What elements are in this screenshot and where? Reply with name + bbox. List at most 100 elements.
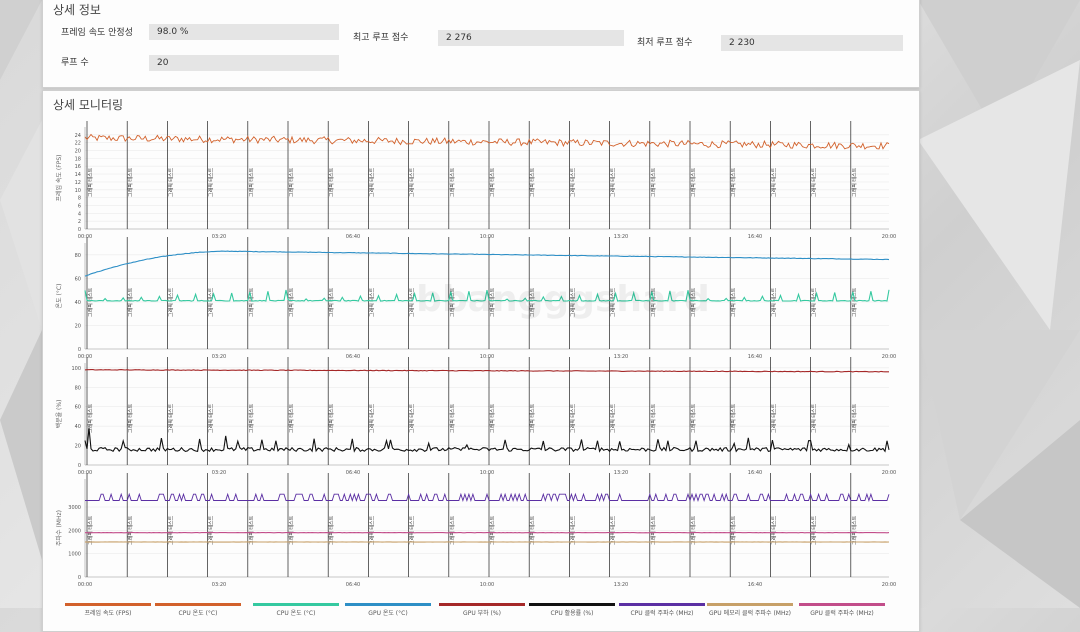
x-tick-label: 10:00 xyxy=(480,234,494,240)
legend-item[interactable]: CPU 온도 (°C) xyxy=(253,603,339,617)
frame-stability-value: 98.0 % xyxy=(149,24,339,40)
x-tick-label: 06:40 xyxy=(346,354,360,360)
x-tick-label: 20:00 xyxy=(882,354,896,360)
x-tick-label: 10:00 xyxy=(480,354,494,360)
loop-marker-label: 그래픽 테스트 xyxy=(529,515,536,545)
y-tick-label: 18 xyxy=(75,156,81,162)
legend-swatch xyxy=(65,603,151,606)
loop-marker-label: 그래픽 테스트 xyxy=(208,515,215,545)
loop-marker-label: 그래픽 테스트 xyxy=(851,287,858,317)
legend-item[interactable]: GPU 온도 (°C) xyxy=(345,603,431,617)
loop-marker-label: 그래픽 테스트 xyxy=(851,403,858,433)
chart-4: 0100020003000주파수 (MHz)그래픽 테스트그래픽 테스트그래픽 … xyxy=(55,473,896,588)
loop-marker-label: 그래픽 테스트 xyxy=(248,167,255,197)
legend-label: 프레임 속도 (FPS) xyxy=(65,608,151,617)
loop-marker-label: 그래픽 테스트 xyxy=(529,403,536,433)
loop-marker-label: 그래픽 테스트 xyxy=(368,403,375,433)
legend-swatch xyxy=(529,603,615,606)
y-tick-label: 16 xyxy=(75,164,81,170)
x-tick-label: 06:40 xyxy=(346,234,360,240)
x-tick-label: 13:20 xyxy=(614,582,628,588)
loop-marker-label: 그래픽 테스트 xyxy=(288,515,295,545)
x-tick-label: 20:00 xyxy=(882,582,896,588)
legend-label: CPU 활용률 (%) xyxy=(529,608,615,617)
loop-marker-label: 그래픽 테스트 xyxy=(248,403,255,433)
loop-marker-label: 그래픽 테스트 xyxy=(409,167,416,197)
detail-info-panel: 상세 정보 프레임 속도 안정성 98.0 % 루프 수 20 최고 루프 점수… xyxy=(42,0,920,88)
x-tick-label: 03:20 xyxy=(212,470,226,476)
y-tick-label: 3000 xyxy=(68,505,81,511)
monitoring-charts: 024681012141618202224프레임 속도 (FPS)그래픽 테스트… xyxy=(43,91,919,601)
y-tick-label: 40 xyxy=(75,424,81,430)
y-tick-label: 40 xyxy=(75,300,81,306)
y-tick-label: 14 xyxy=(75,172,81,178)
legend-item[interactable]: CPU 클럭 주파수 (MHz) xyxy=(619,603,705,617)
y-tick-label: 0 xyxy=(78,347,81,353)
y-axis-label: 프레임 속도 (FPS) xyxy=(55,155,63,202)
x-tick-label: 13:20 xyxy=(614,354,628,360)
legend-item[interactable]: GPU 메모리 클럭 주파수 (MHz) xyxy=(707,603,793,617)
y-tick-label: 2 xyxy=(78,219,81,225)
loop-marker-label: 그래픽 테스트 xyxy=(208,167,215,197)
loop-marker-label: 그래픽 테스트 xyxy=(690,167,697,197)
loop-marker-label: 그래픽 테스트 xyxy=(167,287,174,317)
x-tick-label: 20:00 xyxy=(882,470,896,476)
loop-marker-label: 그래픽 테스트 xyxy=(167,515,174,545)
x-tick-label: 03:20 xyxy=(212,582,226,588)
best-loop-score-label: 최고 루프 점수 xyxy=(353,30,408,43)
legend-item[interactable]: 프레임 속도 (FPS) xyxy=(65,603,151,617)
series-line-3-1 xyxy=(85,370,889,372)
detail-monitoring-panel: 상세 모니터링 024681012141618202224프레임 속도 (FPS… xyxy=(42,90,920,632)
y-tick-label: 0 xyxy=(78,227,81,233)
loop-marker-label: 그래픽 테스트 xyxy=(208,287,215,317)
legend-item[interactable]: CPU 온도 (°C) xyxy=(155,603,241,617)
y-tick-label: 4 xyxy=(78,211,81,217)
loop-marker-label: 그래픽 테스트 xyxy=(610,515,617,545)
loop-marker-label: 그래픽 테스트 xyxy=(730,167,737,197)
y-tick-label: 80 xyxy=(75,385,81,391)
loop-marker-label: 그래픽 테스트 xyxy=(248,287,255,317)
y-tick-label: 60 xyxy=(75,276,81,282)
loop-marker-label: 그래픽 테스트 xyxy=(208,403,215,433)
loop-count-label: 루프 수 xyxy=(61,55,89,68)
y-tick-label: 0 xyxy=(78,463,81,469)
loop-marker-label: 그래픽 테스트 xyxy=(650,167,657,197)
x-tick-label: 10:00 xyxy=(480,470,494,476)
legend-item[interactable]: CPU 활용률 (%) xyxy=(529,603,615,617)
loop-marker-label: 그래픽 테스트 xyxy=(127,287,134,317)
loop-marker-label: 그래픽 테스트 xyxy=(288,403,295,433)
y-axis-label: 주파수 (MHz) xyxy=(55,510,63,546)
y-tick-label: 60 xyxy=(75,405,81,411)
loop-marker-label: 그래픽 테스트 xyxy=(409,403,416,433)
x-tick-label: 16:40 xyxy=(748,470,762,476)
loop-marker-label: 그래픽 테스트 xyxy=(690,403,697,433)
loop-marker-label: 그래픽 테스트 xyxy=(449,167,456,197)
legend-item[interactable]: GPU 부하 (%) xyxy=(439,603,525,617)
legend-swatch xyxy=(439,603,525,606)
loop-marker-label: 그래픽 테스트 xyxy=(569,167,576,197)
loop-marker-label: 그래픽 테스트 xyxy=(87,287,94,317)
series-line-3-2 xyxy=(85,428,889,451)
x-tick-label: 06:40 xyxy=(346,470,360,476)
best-loop-score-value: 2 276 xyxy=(438,30,624,46)
y-tick-label: 20 xyxy=(75,323,81,329)
legend-swatch xyxy=(799,603,885,606)
legend-label: GPU 부하 (%) xyxy=(439,608,525,617)
loop-marker-label: 그래픽 테스트 xyxy=(690,515,697,545)
loop-marker-label: 그래픽 테스트 xyxy=(650,403,657,433)
loop-count-value: 20 xyxy=(149,55,339,71)
loop-marker-label: 그래픽 테스트 xyxy=(87,167,94,197)
x-tick-label: 16:40 xyxy=(748,582,762,588)
legend-label: GPU 온도 (°C) xyxy=(345,608,431,617)
chart-3: 020406080100백분율 (%)그래픽 테스트그래픽 테스트그래픽 테스트… xyxy=(55,357,896,476)
y-tick-label: 1000 xyxy=(68,552,81,558)
y-tick-label: 6 xyxy=(78,203,81,209)
loop-marker-label: 그래픽 테스트 xyxy=(610,403,617,433)
legend-item[interactable]: GPU 클럭 주파수 (MHz) xyxy=(799,603,885,617)
loop-marker-label: 그래픽 테스트 xyxy=(127,403,134,433)
x-tick-label: 20:00 xyxy=(882,234,896,240)
y-tick-label: 12 xyxy=(75,180,81,186)
x-tick-label: 00:00 xyxy=(78,582,92,588)
loop-marker-label: 그래픽 테스트 xyxy=(87,515,94,545)
loop-marker-label: 그래픽 테스트 xyxy=(811,403,818,433)
